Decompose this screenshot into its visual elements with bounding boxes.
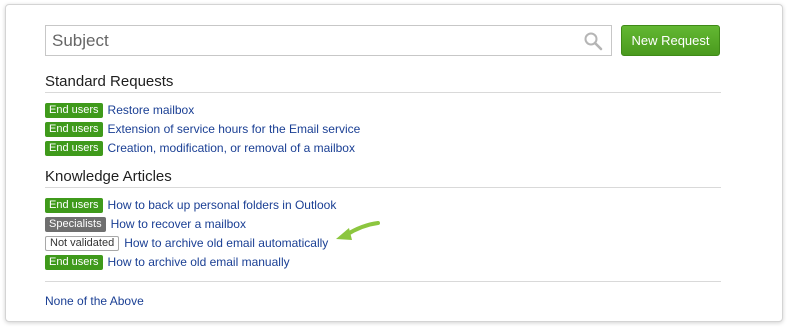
list-item: End users How to back up personal folder…: [45, 197, 336, 213]
list-item: End users Restore mailbox: [45, 102, 194, 118]
request-link[interactable]: Creation, modification, or removal of a …: [108, 141, 355, 155]
audience-badge: End users: [45, 140, 103, 156]
annotation-arrow-icon: [336, 221, 380, 240]
divider: [45, 281, 721, 282]
subject-search-input[interactable]: [46, 26, 571, 55]
list-item: End users How to archive old email manua…: [45, 254, 290, 270]
request-link[interactable]: Restore mailbox: [108, 103, 195, 117]
search-box[interactable]: [45, 25, 612, 56]
article-link[interactable]: How to back up personal folders in Outlo…: [108, 198, 337, 212]
search-icon[interactable]: [583, 31, 603, 51]
request-link[interactable]: Extension of service hours for the Email…: [108, 122, 361, 136]
audience-badge: End users: [45, 121, 103, 137]
divider: [45, 92, 721, 93]
none-of-the-above-link[interactable]: None of the Above: [45, 294, 144, 308]
new-request-button[interactable]: New Request: [621, 25, 720, 56]
list-item: End users Creation, modification, or rem…: [45, 140, 355, 156]
search-row: New Request: [45, 25, 721, 57]
list-item: Specialists How to recover a mailbox: [45, 216, 246, 232]
list-item: Not validated How to archive old email a…: [45, 235, 328, 251]
audience-badge: End users: [45, 197, 103, 213]
article-link[interactable]: How to archive old email manually: [108, 255, 290, 269]
audience-badge: Specialists: [45, 216, 106, 232]
audience-badge: End users: [45, 254, 103, 270]
divider: [45, 187, 721, 188]
list-item: None of the Above: [45, 293, 144, 309]
section-title-standard-requests: Standard Requests: [45, 73, 174, 90]
audience-badge: End users: [45, 102, 103, 118]
request-panel: New Request Standard Requests End users …: [5, 4, 783, 322]
list-item: End users Extension of service hours for…: [45, 121, 360, 137]
article-link[interactable]: How to archive old email automatically: [124, 236, 328, 250]
validation-badge: Not validated: [45, 235, 120, 251]
article-link[interactable]: How to recover a mailbox: [111, 217, 246, 231]
section-title-knowledge-articles: Knowledge Articles: [45, 168, 172, 185]
